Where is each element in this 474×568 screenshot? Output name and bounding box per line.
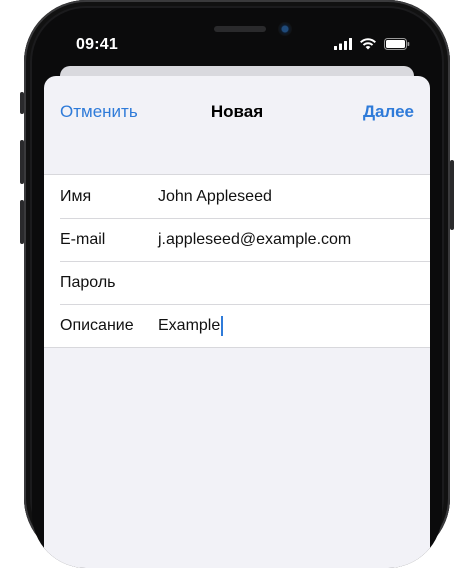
speaker-grille	[214, 26, 266, 32]
status-time: 09:41	[76, 36, 118, 53]
email-row[interactable]: E-mail j.appleseed@example.com	[44, 218, 430, 261]
description-label: Описание	[60, 316, 134, 334]
wifi-icon	[360, 38, 376, 50]
volume-down-button	[20, 200, 24, 244]
text-cursor	[221, 315, 224, 336]
account-form: Имя John Appleseed E-mail j.appleseed@ex…	[44, 174, 430, 348]
battery-icon	[384, 38, 410, 50]
password-row[interactable]: Пароль	[44, 261, 430, 304]
email-label: E-mail	[60, 230, 106, 248]
password-label: Пароль	[60, 273, 116, 291]
front-camera-icon	[278, 22, 292, 36]
signal-icon	[334, 38, 352, 50]
name-label: Имя	[60, 187, 92, 205]
status-icons	[334, 38, 410, 50]
power-button	[450, 160, 454, 230]
name-field[interactable]: John Appleseed	[158, 188, 272, 206]
description-value: Example	[158, 316, 221, 334]
description-field[interactable]: Example	[158, 315, 224, 336]
next-button[interactable]: Далее	[363, 102, 414, 122]
description-row[interactable]: Описание Example	[44, 304, 430, 347]
name-value: John Appleseed	[158, 187, 272, 205]
phone-screen: 09:41 Отменить Новая Далее Имя John Appl…	[32, 8, 442, 568]
navigation-bar: Отменить Новая Далее	[44, 76, 430, 146]
new-account-sheet: Отменить Новая Далее Имя John Appleseed …	[44, 76, 430, 568]
email-value: j.appleseed@example.com	[158, 230, 352, 248]
volume-up-button	[20, 140, 24, 184]
mute-switch	[20, 92, 24, 114]
email-field[interactable]: j.appleseed@example.com	[158, 231, 351, 249]
name-row[interactable]: Имя John Appleseed	[44, 175, 430, 218]
